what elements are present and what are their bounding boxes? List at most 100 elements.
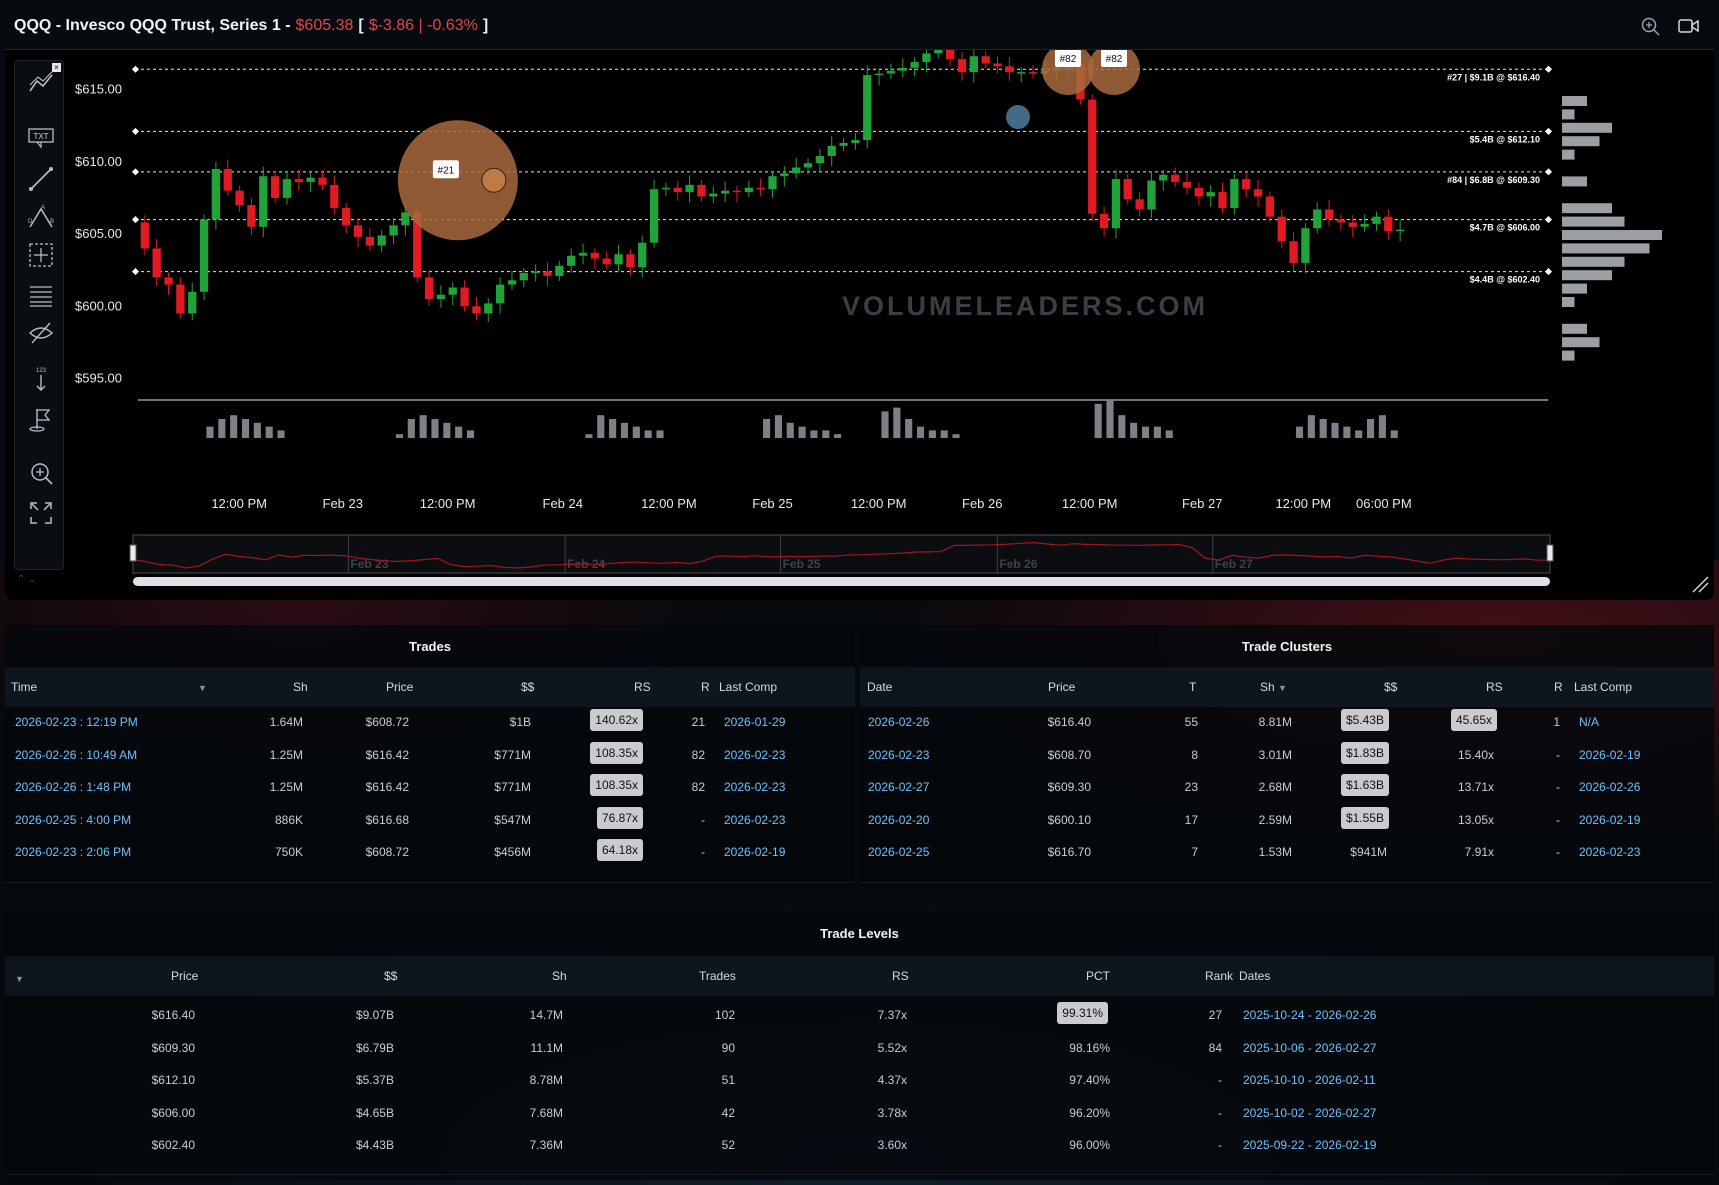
candle-body[interactable] — [223, 168, 232, 191]
candle-body[interactable] — [531, 271, 540, 274]
candle-body[interactable] — [1135, 199, 1144, 210]
candle-body[interactable] — [1324, 209, 1334, 220]
table-row[interactable]: 2026-02-25 $616.70 7 1.53M $941M 7.91x - 2026-0… — [860, 625, 1714, 890]
candle-body[interactable] — [152, 248, 161, 278]
candle-body[interactable] — [1147, 180, 1156, 210]
candle-body[interactable] — [1171, 174, 1180, 182]
candle-body[interactable] — [401, 212, 410, 226]
candle-body[interactable] — [199, 219, 209, 292]
candle-body[interactable] — [1194, 187, 1203, 197]
candle-body[interactable] — [957, 59, 967, 73]
candle-body[interactable] — [247, 205, 256, 227]
candle-body[interactable] — [282, 179, 292, 198]
candle-body[interactable] — [839, 142, 848, 146]
candle-body[interactable] — [744, 187, 753, 193]
candle-body[interactable] — [294, 179, 303, 182]
candle-body[interactable] — [484, 303, 493, 314]
candle-body[interactable] — [792, 167, 801, 174]
candle-body[interactable] — [1123, 179, 1132, 200]
candle-body[interactable] — [342, 208, 351, 226]
candle-body[interactable] — [969, 56, 978, 73]
trade-last-comp-link[interactable]: 2026-02-19 — [724, 845, 785, 859]
candle-body[interactable] — [1348, 222, 1357, 227]
candle-body[interactable] — [330, 184, 339, 209]
candle-body[interactable] — [1206, 192, 1215, 197]
candle-body[interactable] — [578, 252, 588, 256]
candle-body[interactable] — [1028, 72, 1038, 74]
candle-body[interactable] — [851, 140, 860, 143]
candle-body[interactable] — [365, 236, 374, 246]
trade-time-link[interactable]: 2026-02-23 : 2:06 PM — [15, 845, 131, 859]
candle-body[interactable] — [1253, 189, 1263, 197]
candle-body[interactable] — [188, 291, 197, 314]
candle-body[interactable] — [1396, 229, 1405, 232]
candle-body[interactable] — [306, 177, 315, 182]
candle-body[interactable] — [424, 277, 434, 300]
cluster-date-link[interactable]: 2026-02-25 — [868, 845, 929, 859]
candle-body[interactable] — [732, 190, 742, 193]
candle-body[interactable] — [709, 193, 718, 197]
candle-body[interactable] — [661, 187, 671, 190]
resize-handle-icon[interactable] — [1690, 574, 1710, 594]
candle-body[interactable] — [1099, 213, 1109, 229]
candle-body[interactable] — [780, 173, 789, 177]
candle-body[interactable] — [590, 252, 600, 259]
candle-body[interactable] — [886, 70, 896, 74]
candle-body[interactable] — [815, 155, 825, 164]
navigator-handle-left[interactable] — [129, 544, 137, 562]
candle-body[interactable] — [377, 235, 386, 246]
candle-body[interactable] — [1313, 209, 1322, 229]
candle-body[interactable] — [910, 62, 919, 68]
candle-body[interactable] — [1301, 228, 1310, 263]
candle-body[interactable] — [874, 73, 884, 76]
candle-body[interactable] — [934, 50, 943, 54]
candle-body[interactable] — [1182, 181, 1192, 188]
candle-body[interactable] — [1017, 72, 1026, 74]
candle-body[interactable] — [555, 265, 564, 276]
candle-body[interactable] — [768, 176, 777, 190]
candle-body[interactable] — [1088, 99, 1097, 214]
candle-body[interactable] — [697, 184, 706, 197]
candle-body[interactable] — [176, 284, 185, 314]
candle-body[interactable] — [543, 271, 552, 276]
candle-body[interactable] — [1289, 241, 1298, 263]
candle-body[interactable] — [1242, 179, 1251, 190]
candle-body[interactable] — [353, 225, 363, 237]
candle-body[interactable] — [1005, 66, 1014, 73]
candle-body[interactable] — [1360, 223, 1369, 227]
candle-body[interactable] — [1159, 174, 1168, 181]
candle-body[interactable] — [472, 306, 481, 314]
price-chart[interactable]: VOLUMELEADERS.COM $615.00 $610.00 $605.00 $… — [5, 50, 1714, 600]
candle-body[interactable] — [945, 50, 955, 60]
candle-body[interactable] — [1111, 179, 1121, 229]
table-row[interactable]: 2026-02-23 : 2:06 PM 750K $608.72 $456M 64.1… — [5, 625, 855, 890]
cluster-last-comp-link[interactable]: 2026-02-23 — [1579, 845, 1640, 859]
navigator-handle-right[interactable] — [1546, 544, 1554, 562]
candle-body[interactable] — [827, 145, 836, 156]
candle-body[interactable] — [1265, 196, 1275, 217]
candle-body[interactable] — [720, 190, 730, 194]
candle-body[interactable] — [673, 187, 682, 193]
candle-body[interactable] — [507, 280, 517, 285]
candle-body[interactable] — [1218, 192, 1227, 209]
navigator-scrollbar[interactable] — [133, 577, 1550, 586]
candle-body[interactable] — [448, 287, 457, 295]
candle-body[interactable] — [1372, 216, 1381, 224]
candle-body[interactable] — [495, 284, 505, 304]
candle-body[interactable] — [981, 56, 990, 64]
candle-body[interactable] — [626, 254, 635, 268]
candle-body[interactable] — [1336, 219, 1346, 223]
zoom-in-icon[interactable] — [1640, 16, 1662, 41]
candle-body[interactable] — [922, 53, 931, 63]
candle-body[interactable] — [519, 273, 528, 281]
candle-body[interactable] — [567, 255, 576, 266]
candle-body[interactable] — [460, 287, 469, 307]
candle-body[interactable] — [898, 67, 907, 71]
candle-body[interactable] — [436, 294, 446, 300]
level-dates-link[interactable]: 2025-09-22 - 2026-02-19 — [1243, 1138, 1376, 1152]
candle-body[interactable] — [389, 225, 398, 236]
candle-body[interactable] — [140, 222, 149, 249]
candle-body[interactable] — [235, 190, 244, 206]
candle-body[interactable] — [318, 177, 327, 185]
candle-body[interactable] — [1230, 179, 1239, 209]
